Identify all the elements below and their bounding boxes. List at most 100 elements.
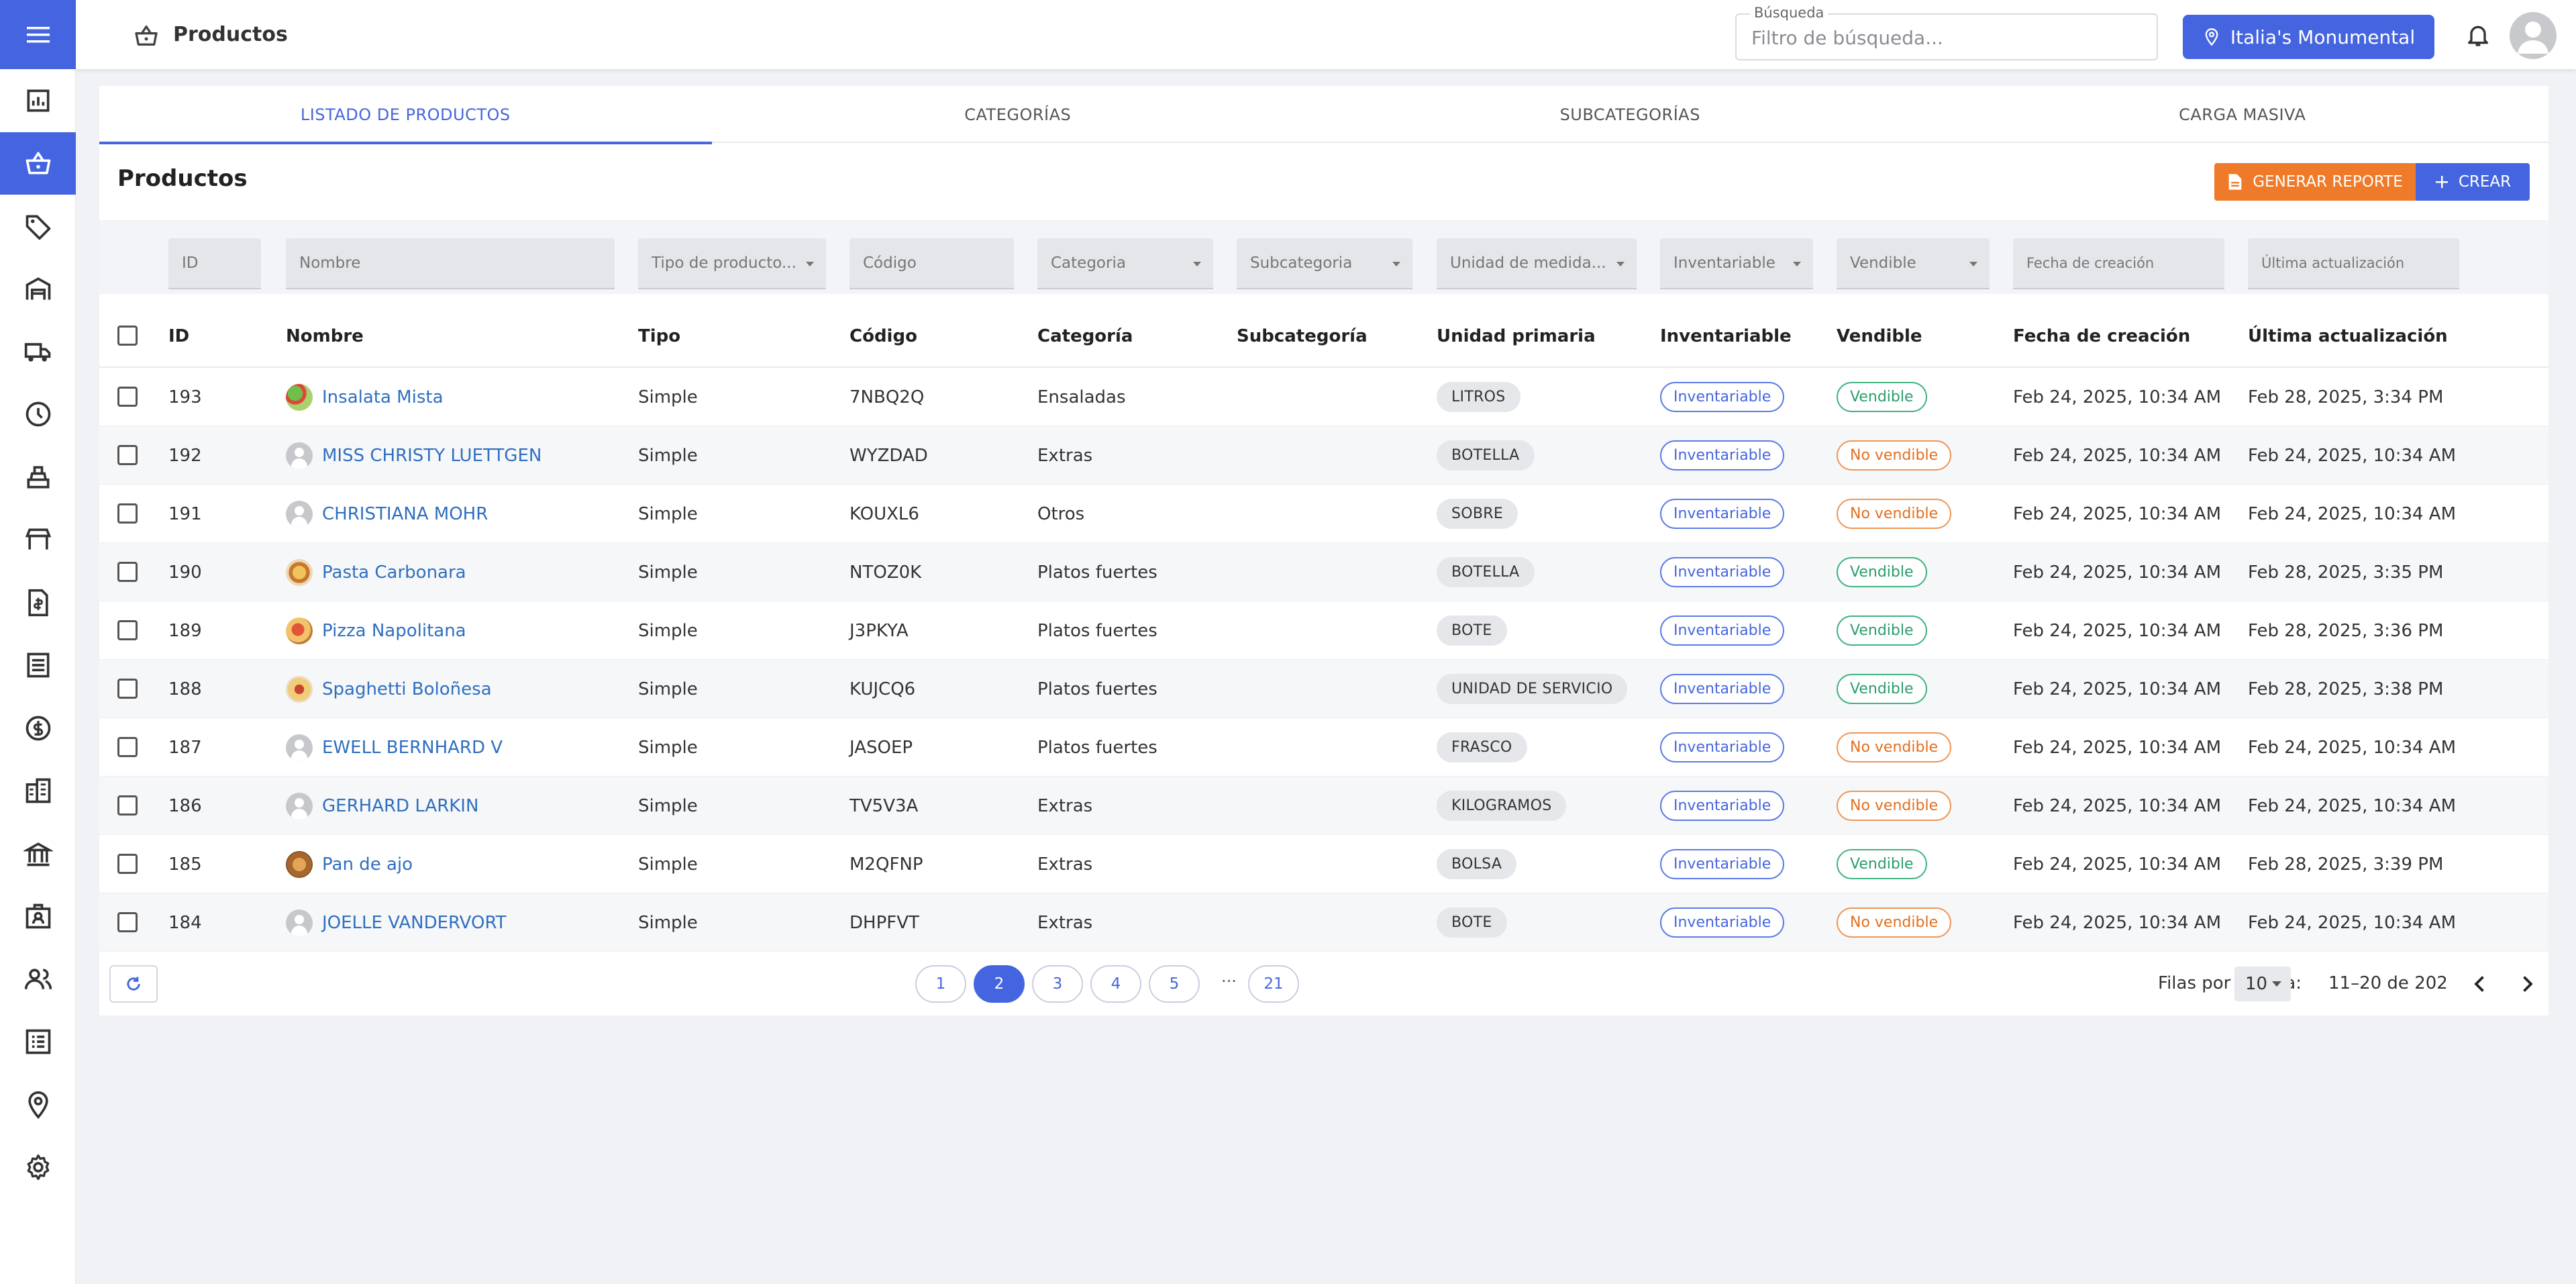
filter-categoria[interactable]: Categoria xyxy=(1037,238,1213,289)
product-name-link[interactable]: MISS CHRISTY LUETTGEN xyxy=(322,446,542,466)
table-row[interactable]: 186 GERHARD LARKIN Simple TV5V3A Extras KILOG… xyxy=(99,777,2548,835)
sidebar-item-checklist[interactable] xyxy=(0,1011,76,1074)
product-name-link[interactable]: Insalata Mista xyxy=(322,387,444,407)
table-row[interactable]: 191 CHRISTIANA MOHR Simple KOUXL6 Otros SOBRE… xyxy=(99,485,2548,543)
sidebar-item-list[interactable] xyxy=(0,634,76,697)
cell-inventariable: Inventariable xyxy=(1660,835,1785,893)
row-checkbox[interactable] xyxy=(117,503,138,524)
row-checkbox[interactable] xyxy=(117,854,138,874)
refresh-button[interactable] xyxy=(109,965,158,1003)
sidebar-item-invoice[interactable] xyxy=(0,571,76,634)
sidebar-item-truck[interactable] xyxy=(0,320,76,383)
column-header-unidad[interactable]: Unidad primaria xyxy=(1437,304,1596,368)
sidebar-item-cash-register[interactable] xyxy=(0,446,76,509)
row-checkbox[interactable] xyxy=(117,912,138,932)
row-checkbox[interactable] xyxy=(117,795,138,816)
sidebar-item-store[interactable] xyxy=(0,509,76,572)
page-button-5[interactable]: 5 xyxy=(1149,965,1200,1003)
tab-subcategorias[interactable]: SUBCATEGORÍAS xyxy=(1324,86,1937,143)
row-checkbox[interactable] xyxy=(117,620,138,640)
table-row[interactable]: 187 EWELL BERNHARD V Simple JASOEP Platos fu… xyxy=(99,718,2548,777)
sidebar-item-dollar[interactable] xyxy=(0,697,76,760)
column-header-ultima-actualizacion[interactable]: Última actualización xyxy=(2248,304,2448,368)
sidebar-item-chart[interactable] xyxy=(0,69,76,132)
table-row[interactable]: 184 JOELLE VANDERVORT Simple DHPFVT Extras BO… xyxy=(99,893,2548,952)
cell-categoria: Extras xyxy=(1037,445,1093,466)
search-input[interactable] xyxy=(1751,26,2141,50)
product-name-link[interactable]: Pizza Napolitana xyxy=(322,621,466,641)
column-header-inventariable[interactable]: Inventariable xyxy=(1660,304,1792,368)
column-header-codigo[interactable]: Código xyxy=(849,304,917,368)
page-button-1[interactable]: 1 xyxy=(915,965,966,1003)
chevron-right-icon[interactable] xyxy=(2515,972,2539,996)
menu-button[interactable] xyxy=(0,0,76,69)
filter-subcategoria[interactable]: Subcategoria xyxy=(1237,238,1412,289)
product-name-link[interactable]: EWELL BERNHARD V xyxy=(322,738,503,758)
column-header-categoria[interactable]: Categoría xyxy=(1037,304,1133,368)
sidebar-item-location-pin[interactable] xyxy=(0,1073,76,1136)
filter-inventariable[interactable]: Inventariable xyxy=(1660,238,1813,289)
row-checkbox[interactable] xyxy=(117,562,138,582)
filter-fecha-creacion[interactable]: Fecha de creación xyxy=(2013,238,2224,289)
cell-nombre: EWELL BERNHARD V xyxy=(286,718,503,777)
filter-codigo[interactable]: Código xyxy=(849,238,1014,289)
page-button-4[interactable]: 4 xyxy=(1090,965,1141,1003)
table-row[interactable]: 188 Spaghetti Boloñesa Simple KUJCQ6 Platos … xyxy=(99,660,2548,718)
product-name-link[interactable]: Spaghetti Boloñesa xyxy=(322,679,492,699)
user-icon xyxy=(2518,21,2548,54)
sidebar-item-badge[interactable] xyxy=(0,885,76,948)
user-avatar[interactable] xyxy=(2510,12,2557,59)
chevron-left-icon[interactable] xyxy=(2468,972,2492,996)
column-header-id[interactable]: ID xyxy=(168,304,189,368)
cell-vendible: No vendible xyxy=(1837,718,1952,777)
location-button[interactable]: Italia's Monumental xyxy=(2183,15,2434,59)
filter-nombre[interactable]: Nombre xyxy=(286,238,615,289)
generate-report-button[interactable]: GENERAR REPORTE xyxy=(2214,163,2416,201)
page-button-3[interactable]: 3 xyxy=(1032,965,1083,1003)
sidebar-item-tag[interactable] xyxy=(0,195,76,258)
product-name-link[interactable]: Pasta Carbonara xyxy=(322,562,466,583)
tab-listado-productos[interactable]: LISTADO DE PRODUCTOS xyxy=(99,86,712,144)
product-name-link[interactable]: CHRISTIANA MOHR xyxy=(322,504,488,524)
sidebar-item-clock[interactable] xyxy=(0,383,76,446)
sidebar-item-building[interactable] xyxy=(0,760,76,823)
tab-carga-masiva[interactable]: CARGA MASIVA xyxy=(1937,86,2549,143)
vendible-chip: Vendible xyxy=(1837,615,1927,646)
row-checkbox[interactable] xyxy=(117,737,138,757)
filter-unidad-medida[interactable]: Unidad de medida... xyxy=(1437,238,1637,289)
column-header-nombre[interactable]: Nombre xyxy=(286,304,364,368)
product-name-link[interactable]: GERHARD LARKIN xyxy=(322,796,478,816)
column-header-tipo[interactable]: Tipo xyxy=(638,304,680,368)
bell-icon[interactable] xyxy=(2465,21,2491,48)
filter-vendible[interactable]: Vendible xyxy=(1837,238,1990,289)
sidebar-item-users[interactable] xyxy=(0,948,76,1011)
cell-nombre: Pan de ajo xyxy=(286,835,413,893)
table-row[interactable]: 185 Pan de ajo Simple M2QFNP Extras BOLSA Inve… xyxy=(99,835,2548,893)
table-row[interactable]: 193 Insalata Mista Simple 7NBQ2Q Ensaladas LI… xyxy=(99,368,2548,426)
table-row[interactable]: 192 MISS CHRISTY LUETTGEN Simple WYZDAD Extr… xyxy=(99,426,2548,485)
filter-id[interactable]: ID xyxy=(168,238,261,289)
product-name-link[interactable]: Pan de ajo xyxy=(322,854,413,875)
sidebar-item-gear[interactable] xyxy=(0,1136,76,1199)
page-button-21[interactable]: 21 xyxy=(1248,965,1299,1003)
row-checkbox[interactable] xyxy=(117,679,138,699)
table-row[interactable]: 190 Pasta Carbonara Simple NTOZ0K Platos fue… xyxy=(99,543,2548,601)
row-checkbox[interactable] xyxy=(117,445,138,465)
sidebar-item-warehouse[interactable] xyxy=(0,258,76,321)
sidebar-item-bank[interactable] xyxy=(0,822,76,885)
select-all-checkbox[interactable] xyxy=(117,326,138,346)
tab-categorias[interactable]: CATEGORÍAS xyxy=(712,86,1325,143)
create-button[interactable]: CREAR xyxy=(2416,163,2530,201)
page-button-2[interactable]: 2 xyxy=(974,965,1025,1003)
product-name-link[interactable]: JOELLE VANDERVORT xyxy=(322,913,507,933)
table-row[interactable]: 189 Pizza Napolitana Simple J3PKYA Platos fu… xyxy=(99,601,2548,660)
filter-ultima-actualizacion[interactable]: Última actualización xyxy=(2248,238,2459,289)
column-header-fecha-creacion[interactable]: Fecha de creación xyxy=(2013,304,2190,368)
column-header-subcategoria[interactable]: Subcategoría xyxy=(1237,304,1368,368)
rows-per-page-select[interactable]: 10 xyxy=(2234,967,2291,1001)
cell-inventariable: Inventariable xyxy=(1660,893,1785,952)
column-header-vendible[interactable]: Vendible xyxy=(1837,304,1922,368)
sidebar-item-basket[interactable] xyxy=(0,132,76,195)
row-checkbox[interactable] xyxy=(117,387,138,407)
filter-tipo-producto[interactable]: Tipo de producto... xyxy=(638,238,826,289)
